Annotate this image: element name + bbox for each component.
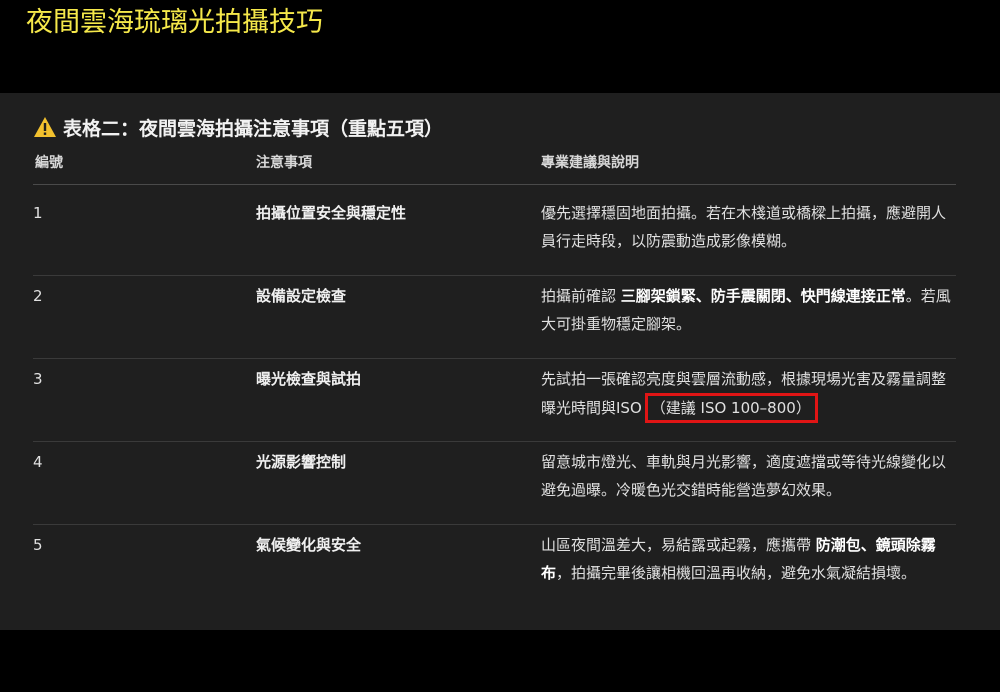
notes-table-panel: 表格二：夜間雲海拍攝注意事項（重點五項） 編號 注意事項 專業建議與說明 1 拍… <box>0 93 1000 630</box>
column-header-item: 注意事項 <box>256 155 312 171</box>
row-number: 1 <box>33 204 43 222</box>
row-description: 優先選擇穩固地面拍攝。若在木棧道或橋樑上拍攝，應避開人員行走時段，以防震動造成影… <box>541 204 947 250</box>
table-heading-text: 表格二：夜間雲海拍攝注意事項（重點五項） <box>63 117 444 140</box>
bottom-band <box>0 630 1000 692</box>
column-header-advice: 專業建議與說明 <box>541 155 639 171</box>
row-number: 5 <box>33 536 43 554</box>
description-emphasis: 三腳架鎖緊、防手震關閉、快門線連接正常 <box>620 287 906 305</box>
row-description: 留意城市燈光、車軌與月光影響，適度遮擋或等待光線變化以避免過曝。冷暖色光交錯時能… <box>541 453 947 499</box>
row-description: 山區夜間溫差大，易結露或起霧，應攜帶 防潮包、鏡頭除霧布，拍攝完畢後讓相機回溫再… <box>541 531 953 587</box>
page-title: 夜間雲海琉璃光拍攝技巧 <box>26 7 323 38</box>
row-divider <box>33 524 956 525</box>
row-title: 拍攝位置安全與穩定性 <box>256 204 407 222</box>
row-divider <box>33 358 956 359</box>
row-number: 4 <box>33 453 43 471</box>
warning-triangle-icon <box>33 116 57 138</box>
row-divider <box>33 441 956 442</box>
table-row: 2 設備設定檢查 拍攝前確認 三腳架鎖緊、防手震關閉、快門線連接正常。若風大可掛… <box>33 282 956 359</box>
row-title: 曝光檢查與試拍 <box>256 370 362 388</box>
table-row: 3 曝光檢查與試拍 先試拍一張確認亮度與雲層流動感，根據現場光害及霧量調整曝光時… <box>33 365 956 442</box>
table-row: 1 拍攝位置安全與穩定性 優先選擇穩固地面拍攝。若在木棧道或橋樑上拍攝，應避開人… <box>33 199 956 276</box>
description-lead: 拍攝前確認 <box>541 287 621 305</box>
row-number: 3 <box>33 370 43 388</box>
description-tail: ，拍攝完畢後讓相機回溫再收納，避免水氣凝結損壞。 <box>556 564 917 582</box>
description-lead: 山區夜間溫差大，易結露或起霧，應攜帶 <box>541 536 816 554</box>
row-title: 光源影響控制 <box>256 453 347 471</box>
column-header-number: 編號 <box>35 155 63 171</box>
row-number: 2 <box>33 287 43 305</box>
table-row: 5 氣候變化與安全 山區夜間溫差大，易結露或起霧，應攜帶 防潮包、鏡頭除霧布，拍… <box>33 531 956 630</box>
row-description: 先試拍一張確認亮度與雲層流動感，根據現場光害及霧量調整曝光時間與ISO （建議 I… <box>541 365 953 423</box>
row-description: 拍攝前確認 三腳架鎖緊、防手震關閉、快門線連接正常。若風大可掛重物穩定腳架。 <box>541 282 953 338</box>
table-row: 4 光源影響控制 留意城市燈光、車軌與月光影響，適度遮擋或等待光線變化以避免過曝… <box>33 448 956 525</box>
iso-highlight-box: （建議 ISO 100–800） <box>644 393 818 423</box>
header-divider <box>33 184 956 185</box>
row-divider <box>33 275 956 276</box>
row-title: 氣候變化與安全 <box>256 536 362 554</box>
row-title: 設備設定檢查 <box>256 287 347 305</box>
table-heading: 表格二：夜間雲海拍攝注意事項（重點五項） <box>33 113 443 141</box>
